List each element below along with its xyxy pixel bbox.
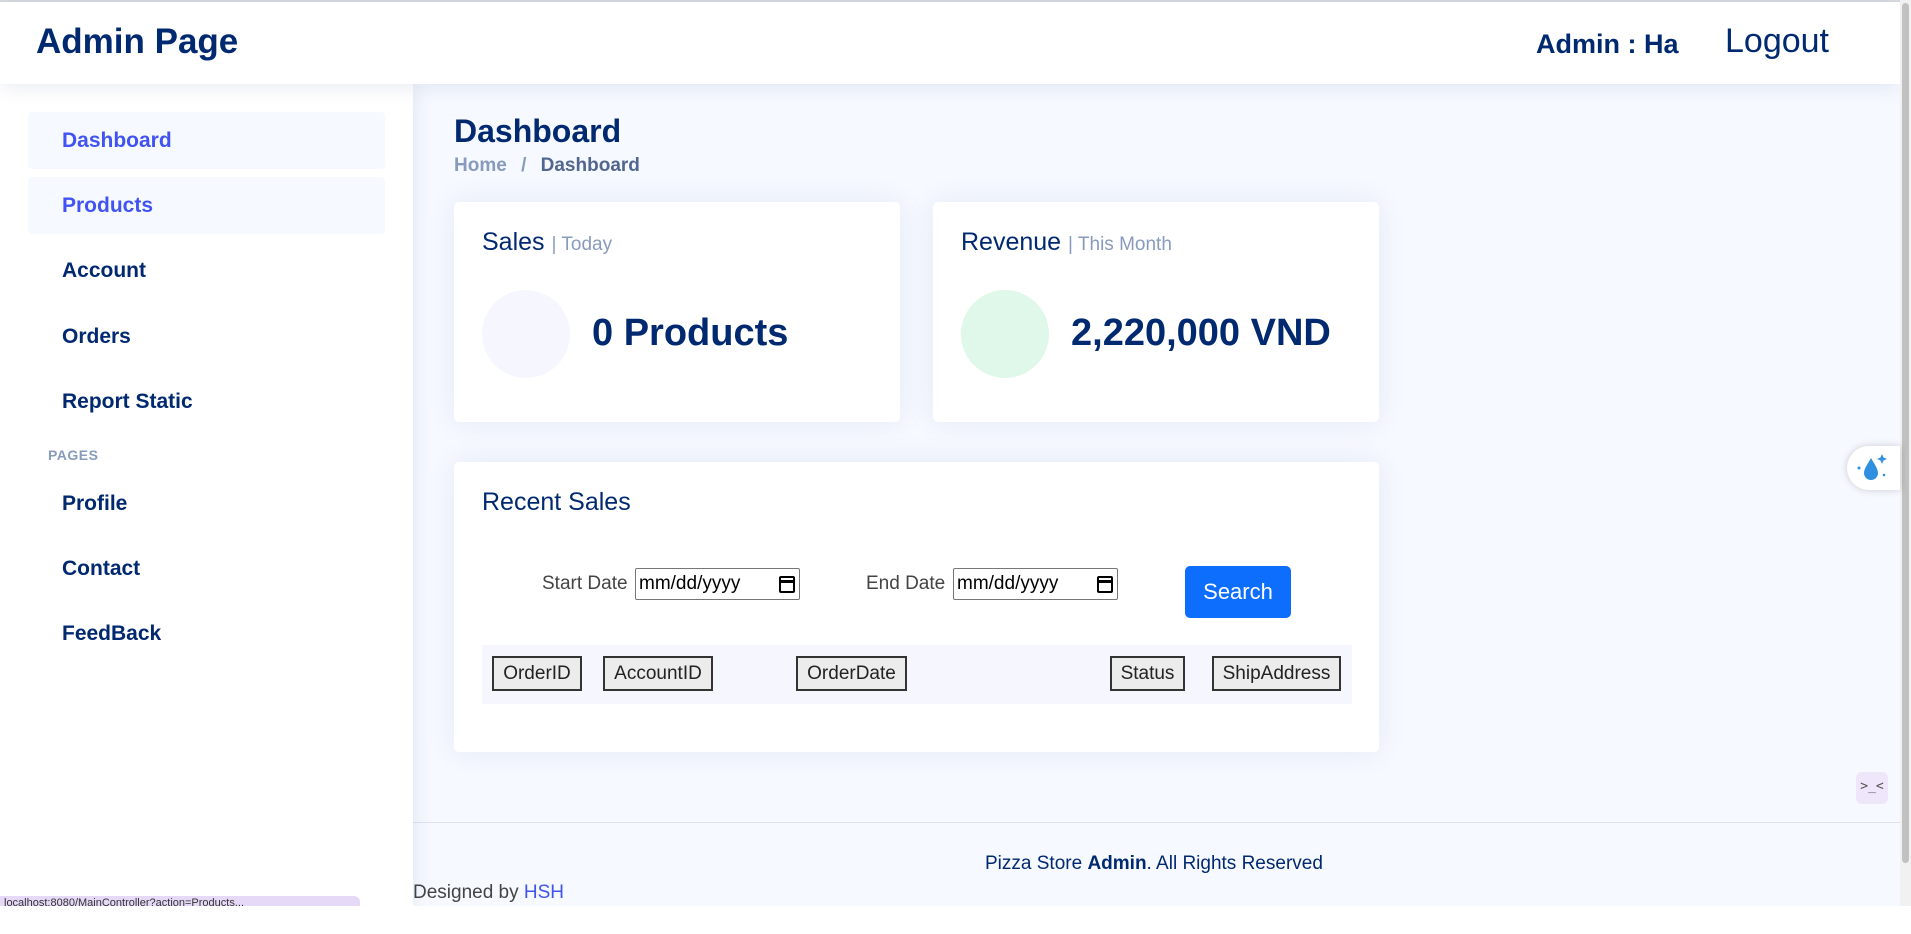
sales-card-title: Sales | Today — [482, 228, 612, 257]
designed-by-label: Designed by — [413, 882, 519, 903]
start-date-input[interactable]: mm/dd/yyyy — [635, 568, 800, 600]
sidebar-item-contact[interactable]: Contact — [28, 540, 385, 597]
column-header-orderdate[interactable]: OrderDate — [796, 656, 907, 691]
breadcrumb-separator: / — [521, 155, 527, 176]
breadcrumb-home[interactable]: Home — [454, 155, 507, 176]
sidebar-item-feedback[interactable]: FeedBack — [28, 605, 385, 662]
sidebar: Dashboard Products Account Orders Report… — [0, 84, 413, 910]
bottom-blank-strip — [0, 906, 1911, 934]
sidebar-item-orders[interactable]: Orders — [28, 308, 385, 365]
top-header: Admin Page Admin : Ha Logout — [0, 2, 1900, 84]
currency-icon — [961, 290, 1049, 378]
cart-icon — [482, 290, 570, 378]
recent-sales-title: Recent Sales — [482, 488, 631, 516]
sidebar-item-dashboard[interactable]: Dashboard — [28, 112, 385, 169]
scrollbar-thumb[interactable] — [1902, 3, 1909, 863]
sidebar-heading-pages: PAGES — [48, 447, 99, 463]
recent-sales-card: Recent Sales Start Date mm/dd/yyyy End D… — [454, 462, 1379, 752]
search-button[interactable]: Search — [1185, 566, 1291, 618]
end-date-value: mm/dd/yyyy — [957, 573, 1059, 594]
sidebar-item-report-static[interactable]: Report Static — [28, 373, 385, 430]
end-date-label: End Date — [866, 573, 946, 594]
calendar-icon[interactable] — [1097, 576, 1113, 593]
table-header-row: OrderID AccountID OrderDate Status ShipA… — [482, 645, 1352, 704]
revenue-value: 2,220,000 VND — [1071, 312, 1331, 354]
page-title: Dashboard — [454, 113, 622, 149]
main-content: Dashboard Home / Dashboard Sales | Today… — [413, 84, 1900, 906]
admin-name: Admin : Ha — [1536, 29, 1679, 59]
column-header-status[interactable]: Status — [1110, 656, 1185, 691]
revenue-card-title: Revenue | This Month — [961, 228, 1172, 257]
start-date-value: mm/dd/yyyy — [639, 573, 741, 594]
calendar-icon[interactable] — [779, 576, 795, 593]
column-header-shipaddress[interactable]: ShipAddress — [1212, 656, 1341, 691]
footer-divider — [413, 822, 1900, 823]
designer-link[interactable]: HSH — [524, 882, 564, 903]
floating-devtools-button[interactable]: >_< — [1856, 772, 1888, 804]
column-header-orderid[interactable]: OrderID — [492, 656, 582, 691]
water-drop-sparkle-icon — [1857, 454, 1887, 480]
footer-copyright: Pizza Store Admin. All Rights Reserved — [985, 853, 1323, 875]
column-header-accountid[interactable]: AccountID — [603, 656, 713, 691]
sidebar-item-products[interactable]: Products — [28, 177, 385, 234]
end-date-input[interactable]: mm/dd/yyyy — [953, 568, 1118, 600]
start-date-label: Start Date — [542, 573, 628, 594]
footer-suffix: . All Rights Reserved — [1146, 853, 1323, 874]
sidebar-item-account[interactable]: Account — [28, 242, 385, 299]
sidebar-item-profile[interactable]: Profile — [28, 475, 385, 532]
breadcrumb-current: Dashboard — [540, 155, 640, 176]
revenue-card-label: Revenue — [961, 228, 1062, 256]
breadcrumb: Home / Dashboard — [454, 155, 640, 177]
revenue-card: Revenue | This Month 2,220,000 VND — [933, 202, 1379, 422]
footer-credits: Designed by HSH — [413, 882, 564, 904]
footer-strong: Admin — [1087, 853, 1147, 874]
footer-prefix: Pizza Store — [985, 853, 1083, 874]
sales-card-label: Sales — [482, 228, 545, 256]
sales-card: Sales | Today 0 Products — [454, 202, 900, 422]
logout-link[interactable]: Logout — [1725, 22, 1829, 61]
revenue-card-subtitle: | This Month — [1068, 234, 1172, 255]
floating-assistant-button[interactable] — [1847, 446, 1900, 490]
sales-card-subtitle: | Today — [551, 234, 613, 255]
sales-value: 0 Products — [592, 312, 789, 354]
brand-title[interactable]: Admin Page — [36, 22, 238, 62]
